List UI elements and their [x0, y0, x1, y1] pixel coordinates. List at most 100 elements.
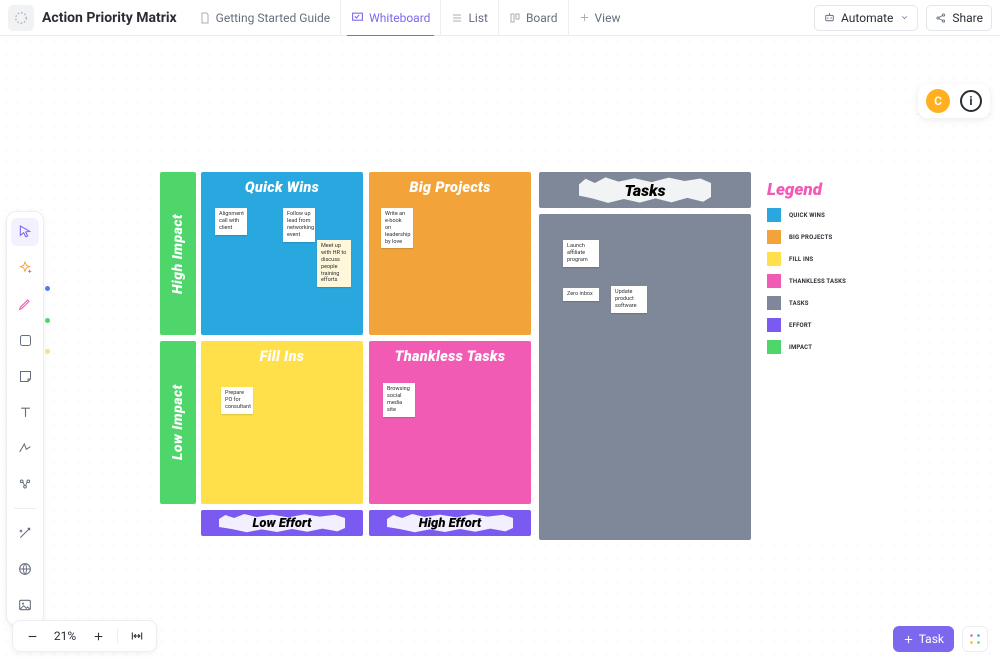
view-whiteboard[interactable]: Whiteboard	[341, 0, 441, 36]
space-icon[interactable]	[8, 5, 34, 31]
quadrant-title: Big Projects	[375, 179, 525, 196]
plus-icon	[579, 12, 590, 23]
x-label-text: Low Effort	[253, 516, 312, 531]
legend-swatch	[767, 274, 781, 288]
tasks-column: Tasks Launch affiliate program Zero inbo…	[539, 172, 751, 540]
presence-panel: C i	[918, 84, 990, 118]
doc-icon	[199, 12, 211, 24]
legend-label: IMPACT	[789, 344, 812, 351]
sticky-card[interactable]: Launch affiliate program	[563, 240, 599, 267]
view-label: View	[595, 11, 621, 25]
sticky-card[interactable]: Follow up lead from networking event	[283, 208, 315, 242]
text-tool[interactable]	[11, 398, 39, 426]
image-tool[interactable]	[11, 591, 39, 619]
legend-item: TASKS	[767, 296, 885, 310]
list-icon	[451, 12, 463, 24]
legend-label: BIG PROJECTS	[789, 234, 832, 241]
sticky-card[interactable]: Zero inbox	[563, 288, 599, 301]
toolbar-divider	[14, 508, 36, 509]
legend-swatch	[767, 296, 781, 310]
sticky-note-tool[interactable]	[11, 362, 39, 390]
automate-button[interactable]: Automate	[814, 5, 918, 31]
chevron-down-icon	[900, 13, 909, 22]
zoom-in-button[interactable]	[89, 627, 107, 645]
view-add[interactable]: View	[569, 0, 631, 36]
legend-swatch	[767, 318, 781, 332]
y-label-low-impact: Low Impact	[160, 341, 196, 504]
board-icon	[509, 12, 521, 24]
y-label-high-impact: High Impact	[160, 172, 196, 335]
sticky-card[interactable]: Write an e-book on leadership by love	[381, 208, 413, 248]
shape-tool[interactable]	[11, 326, 39, 354]
robot-icon	[823, 11, 836, 24]
legend-item: EFFORT	[767, 318, 885, 332]
sticky-card[interactable]: Alignment call with client	[215, 208, 247, 235]
ai-tool[interactable]	[11, 254, 39, 282]
legend-label: EFFORT	[789, 322, 812, 329]
view-label: Board	[526, 11, 558, 25]
x-label-text: High Effort	[419, 516, 482, 531]
zoom-divider	[117, 628, 118, 644]
more-shapes-tool[interactable]	[11, 470, 39, 498]
tasks-title-text: Tasks	[624, 181, 665, 200]
legend-label: TASKS	[789, 300, 809, 307]
quadrant-fill-ins[interactable]: Fill Ins Prepare PO for consultant	[201, 341, 363, 504]
legend-title: Legend	[767, 180, 885, 200]
x-label-high-effort: High Effort	[369, 510, 531, 536]
sticky-card[interactable]: Browsing social media site	[383, 383, 415, 417]
quadrant-thankless[interactable]: Thankless Tasks Browsing social media si…	[369, 341, 531, 504]
zoom-fit-button[interactable]	[128, 627, 146, 645]
tasks-header: Tasks	[539, 172, 751, 208]
legend-label: FILL INS	[789, 256, 813, 263]
left-toolbar	[6, 211, 44, 626]
legend-swatch	[767, 230, 781, 244]
y-label-text: High Impact	[170, 213, 186, 293]
tool-color-dot	[45, 349, 50, 354]
quadrant-big-projects[interactable]: Big Projects Write an e-book on leadersh…	[369, 172, 531, 335]
share-button[interactable]: Share	[926, 5, 992, 31]
zoom-control: 21%	[12, 620, 157, 652]
view-board[interactable]: Board	[499, 0, 569, 36]
y-label-text: Low Impact	[170, 385, 186, 461]
pen-tool[interactable]	[11, 290, 39, 318]
legend-swatch	[767, 252, 781, 266]
legend-label: THANKLESS TASKS	[789, 278, 846, 285]
view-list[interactable]: List	[441, 0, 499, 36]
info-icon[interactable]: i	[960, 90, 982, 112]
legend-label: QUICK WINS	[789, 212, 825, 219]
grid-wrap: Quick Wins Alignment call with client Fo…	[201, 172, 531, 540]
tool-color-dot	[45, 286, 50, 291]
connector-tool[interactable]	[11, 434, 39, 462]
quadrant-title: Quick Wins	[207, 179, 357, 196]
zoom-percent: 21%	[51, 629, 79, 643]
tool-color-dot	[45, 318, 50, 323]
legend-item: BIG PROJECTS	[767, 230, 885, 244]
legend-swatch	[767, 208, 781, 222]
magic-tool[interactable]	[11, 519, 39, 547]
select-tool[interactable]	[11, 218, 39, 246]
quadrant-quick-wins[interactable]: Quick Wins Alignment call with client Fo…	[201, 172, 363, 335]
share-icon	[935, 12, 947, 24]
tasks-box[interactable]: Launch affiliate program Zero inbox Upda…	[539, 214, 751, 540]
view-label: List	[468, 11, 488, 25]
bottom-right-controls: Task	[893, 626, 988, 652]
canvas[interactable]: C i High Impact Low Impact Quick Wins Al…	[0, 36, 1000, 664]
avatar[interactable]: C	[926, 89, 950, 113]
new-task-button[interactable]: Task	[893, 626, 954, 652]
zoom-out-button[interactable]	[23, 627, 41, 645]
view-switcher: Getting Started Guide Whiteboard List Bo…	[189, 0, 631, 36]
automate-label: Automate	[841, 11, 893, 25]
legend-item: QUICK WINS	[767, 208, 885, 222]
view-label: Getting Started Guide	[216, 11, 330, 25]
sticky-card[interactable]: Update product software	[611, 286, 647, 313]
topbar-right: Automate Share	[814, 5, 992, 31]
legend-panel: Legend QUICK WINS BIG PROJECTS FILL INS THA…	[757, 172, 895, 540]
sticky-card[interactable]: Meet up with HR to discuss people traini…	[317, 240, 351, 287]
web-tool[interactable]	[11, 555, 39, 583]
legend-item: THANKLESS TASKS	[767, 274, 885, 288]
apps-button[interactable]	[962, 626, 988, 652]
view-getting-started[interactable]: Getting Started Guide	[189, 0, 341, 36]
plus-icon	[903, 634, 914, 645]
matrix-grid: Quick Wins Alignment call with client Fo…	[201, 172, 531, 504]
sticky-card[interactable]: Prepare PO for consultant	[221, 387, 253, 414]
